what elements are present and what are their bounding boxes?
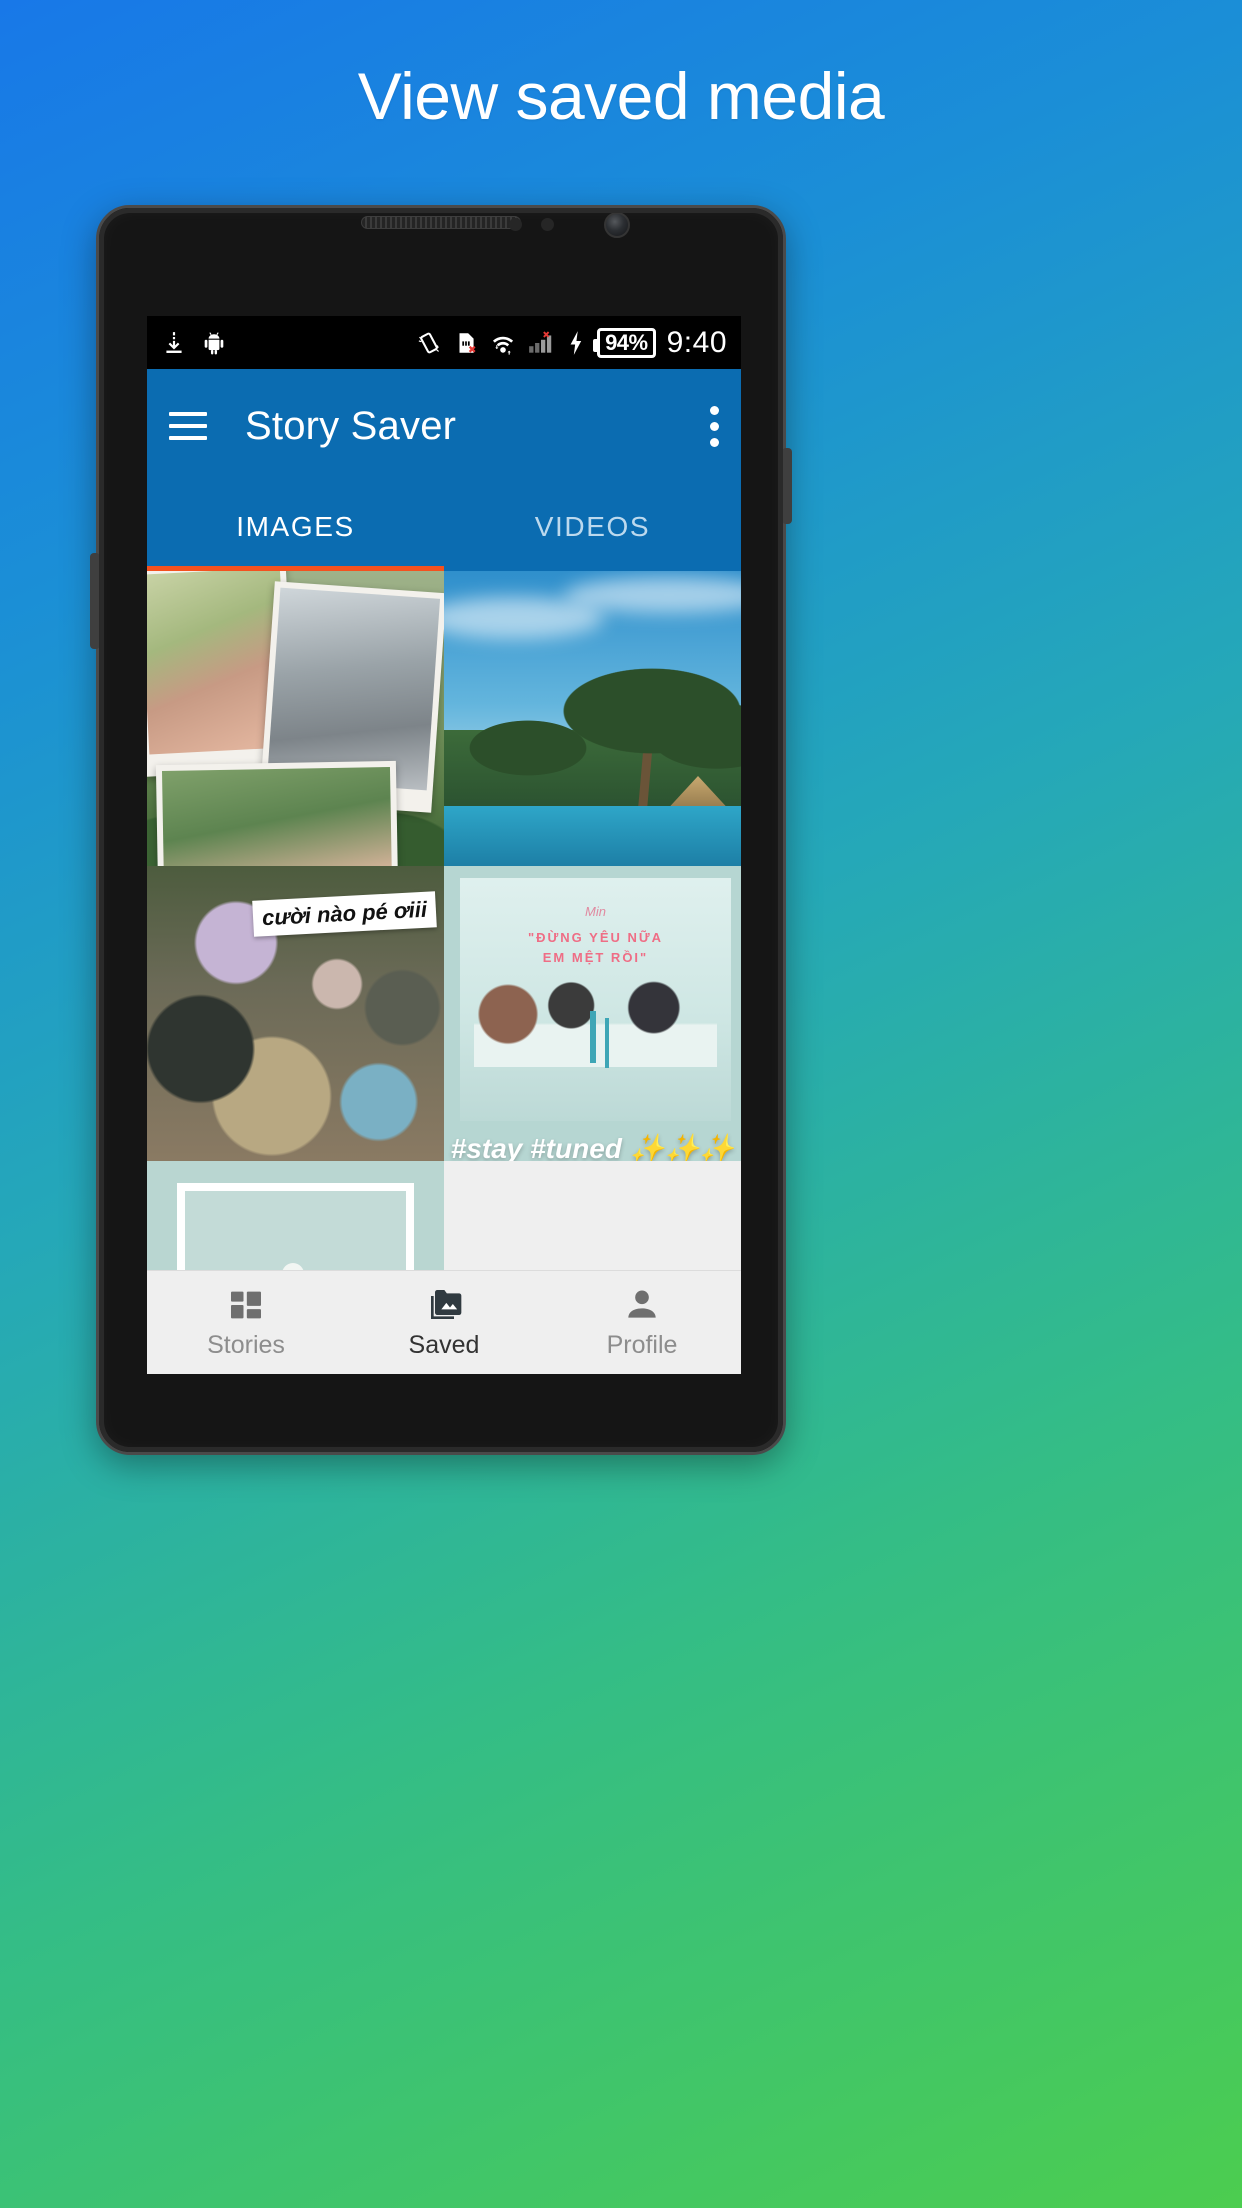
- battery-level: 94%: [605, 329, 648, 355]
- nav-item-profile[interactable]: Profile: [543, 1271, 741, 1374]
- power-button[interactable]: [782, 448, 792, 524]
- tab-images[interactable]: IMAGES: [147, 483, 444, 571]
- wifi-off-icon: [490, 330, 516, 356]
- poster-script-text: Min: [585, 904, 606, 919]
- promo-headline: View saved media: [357, 59, 885, 133]
- tab-bar: IMAGES VIDEOS: [147, 483, 741, 571]
- app-title: Story Saver: [245, 403, 457, 448]
- media-grid: cười nào pé ơiii Min "ĐỪNG YÊU NỮA EM MỆ…: [147, 571, 741, 1374]
- nav-item-stories[interactable]: Stories: [147, 1271, 345, 1374]
- group-photo-thumbnail[interactable]: cười nào pé ơiii: [147, 866, 444, 1161]
- nav-label-saved: Saved: [408, 1331, 480, 1359]
- photo-library-icon: [424, 1285, 464, 1325]
- polaroid-collage-thumbnail[interactable]: [147, 571, 444, 866]
- nav-label-stories: Stories: [207, 1331, 285, 1359]
- light-sensor: [541, 218, 554, 231]
- mint-poster-thumbnail[interactable]: Min "ĐỪNG YÊU NỮA EM MỆT RỒI" #stay #tun…: [444, 866, 741, 1161]
- status-clock: 9:40: [666, 325, 727, 359]
- proximity-sensor: [509, 218, 522, 231]
- grid-icon: [226, 1285, 266, 1325]
- volume-button[interactable]: [90, 553, 100, 649]
- lightning-bolt-icon: [566, 330, 586, 356]
- phone-device-frame: 94% 9:40 Story Saver IMAGES VIDEOS cười …: [90, 205, 792, 1455]
- nav-label-profile: Profile: [606, 1331, 678, 1359]
- battery-indicator: 94%: [593, 327, 656, 358]
- earpiece-speaker: [361, 216, 521, 229]
- signal-icon: [527, 330, 555, 356]
- android-icon: [201, 330, 227, 356]
- tab-videos[interactable]: VIDEOS: [444, 483, 741, 571]
- tab-images-label: IMAGES: [236, 511, 355, 542]
- front-camera: [604, 212, 630, 238]
- rotate-lock-icon: [416, 330, 442, 356]
- poster-line-1: "ĐỪNG YÊU NỮA: [527, 930, 664, 945]
- status-bar: 94% 9:40: [147, 316, 741, 369]
- sdcard-error-icon: [453, 330, 479, 356]
- hamburger-menu-icon[interactable]: [169, 412, 207, 440]
- palm-trees-pool-thumbnail[interactable]: [444, 571, 741, 866]
- person-icon: [622, 1285, 662, 1325]
- app-bar: Story Saver: [147, 369, 741, 483]
- bottom-navigation: Stories Saved Profile: [147, 1270, 741, 1374]
- more-vertical-icon[interactable]: [710, 405, 719, 447]
- tab-videos-label: VIDEOS: [534, 511, 651, 542]
- poster-overlay-text: #stay #tuned ✨✨✨: [450, 1133, 735, 1161]
- download-icon: [161, 330, 187, 356]
- phone-screen: 94% 9:40 Story Saver IMAGES VIDEOS cười …: [147, 316, 741, 1374]
- nav-item-saved[interactable]: Saved: [345, 1271, 543, 1374]
